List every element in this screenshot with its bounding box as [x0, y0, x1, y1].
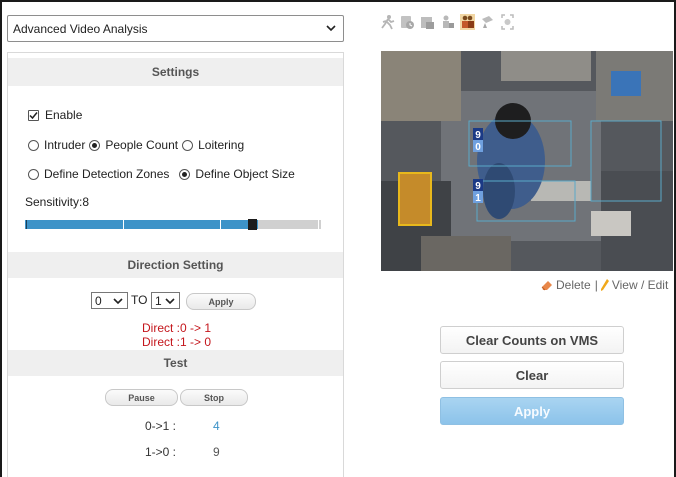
slider-tick — [220, 220, 221, 229]
define-detection-zones-label: Define Detection Zones — [44, 167, 170, 181]
direction-to-label: TO — [131, 293, 148, 307]
object-left-icon[interactable] — [420, 14, 435, 30]
camera-frame: 9 0 9 1 — [381, 51, 673, 271]
sensitivity-slider[interactable] — [25, 219, 321, 230]
zone-2-count-bottom: 1 — [475, 193, 481, 204]
sensitivity-slider-fill — [25, 220, 258, 229]
clear-button[interactable]: Clear — [440, 361, 624, 389]
define-detection-zones-radio[interactable] — [28, 168, 39, 180]
settings-panel: Settings Enable Intruder People Count Lo… — [7, 52, 344, 477]
analysis-type-row: Intruder People Count Loitering — [28, 138, 248, 152]
slider-tick — [123, 220, 124, 229]
object-removed-icon[interactable] — [440, 14, 455, 30]
zone-2-count-top: 9 — [475, 181, 481, 192]
zone-1-count-bottom: 0 — [475, 142, 481, 153]
link-separator: | — [594, 278, 598, 292]
loitering-label: Loitering — [198, 138, 245, 152]
view-edit-link[interactable]: View / Edit — [612, 278, 668, 292]
zone-option-row: Define Detection Zones Define Object Siz… — [28, 167, 299, 181]
direction-apply-button[interactable]: Apply — [186, 293, 256, 310]
tamper-icon[interactable] — [480, 14, 495, 30]
direction-to-value: 1 — [155, 293, 162, 308]
face-detect-icon[interactable] — [500, 14, 515, 30]
test-header: Test — [8, 350, 343, 376]
direction-setting-header: Direction Setting — [8, 252, 343, 278]
direct-line-2: Direct :1 -> 0 — [141, 335, 212, 349]
intruder-radio[interactable] — [28, 139, 39, 151]
zone-1-count-top: 9 — [475, 130, 481, 141]
direction-from-value: 0 — [95, 293, 102, 308]
enable-label: Enable — [45, 108, 83, 122]
analytics-toolbar — [380, 11, 520, 33]
chevron-down-icon — [165, 298, 175, 305]
pause-button[interactable]: Pause — [105, 389, 178, 406]
analysis-mode-select[interactable]: Advanced Video Analysis — [7, 15, 344, 42]
pencil-icon — [600, 279, 609, 291]
people-count-icon[interactable] — [460, 14, 475, 30]
eraser-icon — [541, 281, 552, 291]
sensitivity-label: Sensitivity:8 — [25, 195, 90, 209]
analysis-mode-value: Advanced Video Analysis — [13, 21, 148, 36]
window-frame-left — [0, 0, 2, 477]
delete-link[interactable]: Delete — [556, 278, 591, 292]
sensitivity-slider-handle[interactable] — [248, 219, 257, 230]
people-count-radio[interactable] — [89, 139, 101, 151]
window-frame-top — [0, 0, 676, 2]
check-icon — [29, 111, 38, 119]
settings-header: Settings — [8, 58, 343, 86]
count-0-to-1-label: 0->1 : — [145, 419, 177, 433]
direction-to-select[interactable]: 1 — [151, 292, 180, 309]
chevron-down-icon — [326, 25, 336, 32]
stop-button[interactable]: Stop — [180, 389, 248, 406]
slider-tick — [26, 220, 27, 229]
count-1-to-0-label: 1->0 : — [145, 445, 177, 459]
people-count-label: People Count — [105, 138, 179, 152]
define-object-size-label: Define Object Size — [195, 167, 295, 181]
loitering-icon[interactable] — [400, 14, 415, 30]
apply-button[interactable]: Apply — [440, 397, 624, 425]
intruder-label: Intruder — [44, 138, 86, 152]
slider-tick — [318, 220, 319, 229]
count-0-to-1-value: 4 — [213, 419, 220, 433]
define-object-size-radio[interactable] — [179, 168, 191, 180]
enable-row: Enable — [28, 108, 82, 122]
video-links: Delete | View / Edit — [540, 278, 670, 292]
chevron-down-icon — [113, 298, 123, 305]
count-1-to-0-value: 9 — [213, 445, 220, 459]
direct-line-1: Direct :0 -> 1 — [141, 321, 212, 335]
enable-checkbox[interactable] — [28, 109, 39, 121]
direction-from-select[interactable]: 0 — [91, 292, 128, 309]
loitering-radio[interactable] — [182, 139, 194, 151]
clear-counts-on-vms-button[interactable]: Clear Counts on VMS — [440, 326, 624, 354]
video-preview[interactable]: 9 0 9 1 — [381, 51, 673, 271]
intruder-icon[interactable] — [380, 14, 395, 30]
